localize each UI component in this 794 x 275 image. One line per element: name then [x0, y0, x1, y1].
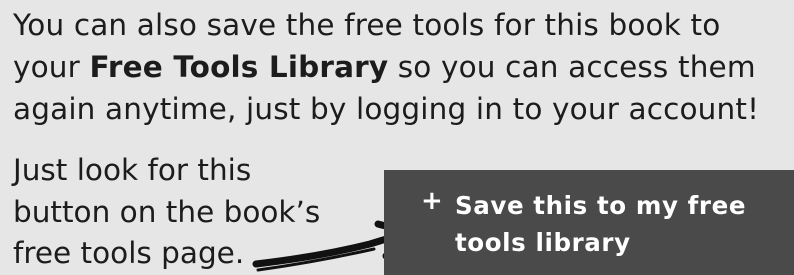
intro-line-2: your Free Tools Library so you can acces… [13, 46, 794, 88]
intro-line-3: again anytime, just by logging in to you… [13, 92, 760, 126]
intro-line-1: You can also save the free tools for thi… [13, 8, 721, 42]
save-to-free-tools-library-button[interactable]: + Save this to my free tools library [384, 170, 794, 275]
free-tools-library-label: Free Tools Library [89, 50, 389, 84]
instruction-line-1: Just look for this [13, 153, 252, 187]
intro-line-2-suffix: so you can access them [388, 50, 756, 84]
plus-icon: + [421, 186, 444, 216]
save-button-label: Save this to my free tools library [455, 191, 747, 257]
intro-line-2-prefix: your [13, 50, 90, 84]
intro-paragraph: You can also save the free tools for thi… [13, 0, 794, 130]
